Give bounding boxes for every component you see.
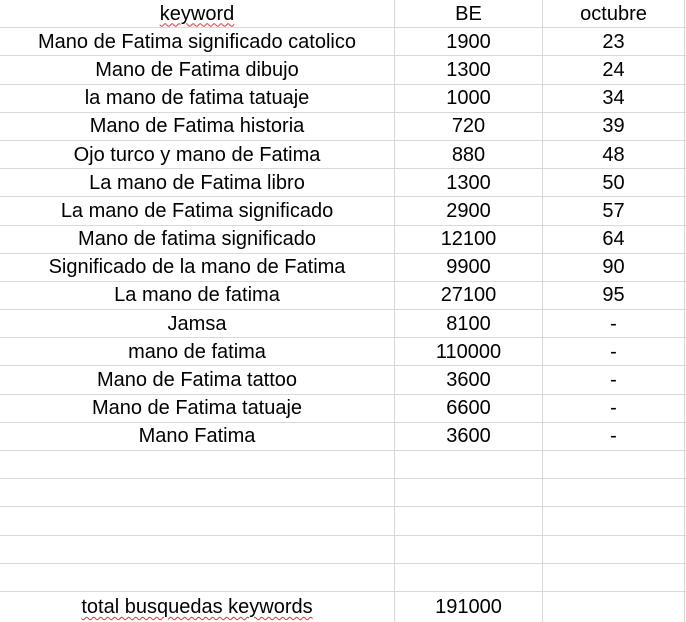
be-cell[interactable]: 720 <box>395 112 543 140</box>
be-cell[interactable]: 1900 <box>395 28 543 56</box>
octubre-cell[interactable]: - <box>543 394 685 422</box>
header-cell-be[interactable]: BE <box>395 0 543 28</box>
keyword-cell[interactable]: la mano de fatima tatuaje <box>0 84 395 112</box>
octubre-cell[interactable]: 95 <box>543 281 685 310</box>
keyword-cell[interactable]: mano de fatima <box>0 338 395 366</box>
be-cell[interactable]: 3600 <box>395 422 543 450</box>
keyword-cell[interactable]: La mano de Fatima significado <box>0 197 395 225</box>
be-cell[interactable] <box>395 535 543 563</box>
table-row: Significado de la mano de Fatima 9900 90 <box>0 253 686 282</box>
empty-row <box>0 479 686 508</box>
keyword-cell[interactable] <box>0 479 395 507</box>
octubre-cell[interactable]: 34 <box>543 84 685 112</box>
table-row: Mano de fatima significado 12100 64 <box>0 225 686 254</box>
keyword-cell[interactable]: Mano de Fatima historia <box>0 112 395 140</box>
keyword-cell[interactable] <box>0 563 395 591</box>
be-cell[interactable]: 1300 <box>395 169 543 197</box>
header-row: keyword BE octubre <box>0 0 686 29</box>
empty-row <box>0 507 686 536</box>
table-row: Mano de Fatima significado catolico 1900… <box>0 28 686 57</box>
octubre-cell[interactable]: 64 <box>543 225 685 253</box>
keyword-cell[interactable]: Ojo turco y mano de Fatima <box>0 140 395 169</box>
header-cell-octubre[interactable]: octubre <box>543 0 685 28</box>
octubre-cell[interactable] <box>543 563 685 591</box>
octubre-cell[interactable]: 23 <box>543 28 685 56</box>
be-cell[interactable] <box>395 479 543 507</box>
keyword-cell[interactable]: Mano Fatima <box>0 422 395 450</box>
octubre-cell[interactable]: 39 <box>543 112 685 140</box>
be-cell[interactable]: 27100 <box>395 281 543 310</box>
table-row: La mano de fatima 27100 95 <box>0 281 686 311</box>
keyword-cell[interactable]: Mano de Fatima tatuaje <box>0 394 395 422</box>
header-cell-keyword[interactable]: keyword <box>0 0 395 28</box>
be-cell[interactable]: 2900 <box>395 197 543 225</box>
octubre-cell[interactable]: 50 <box>543 169 685 197</box>
keyword-cell[interactable]: Significado de la mano de Fatima <box>0 253 395 281</box>
octubre-cell[interactable]: - <box>543 310 685 338</box>
octubre-cell[interactable]: - <box>543 422 685 450</box>
total-row: total busquedas keywords 191000 <box>0 591 686 622</box>
total-be-cell[interactable]: 191000 <box>395 591 543 622</box>
table-row: Mano de Fatima tattoo 3600 - <box>0 366 686 395</box>
empty-row <box>0 563 686 592</box>
be-cell[interactable]: 12100 <box>395 225 543 253</box>
octubre-cell[interactable]: 90 <box>543 253 685 281</box>
be-cell[interactable]: 6600 <box>395 394 543 422</box>
be-cell[interactable]: 3600 <box>395 366 543 394</box>
be-cell[interactable]: 8100 <box>395 310 543 338</box>
table-row: Jamsa 8100 - <box>0 310 686 339</box>
be-cell[interactable] <box>395 563 543 591</box>
keyword-cell[interactable]: La mano de fatima <box>0 281 395 310</box>
octubre-cell[interactable] <box>543 479 685 507</box>
header-keyword-text: keyword <box>159 2 235 25</box>
table-row: La mano de Fatima significado 2900 57 <box>0 197 686 226</box>
table-row: Mano Fatima 3600 - <box>0 422 686 451</box>
empty-row <box>0 451 686 480</box>
keyword-cell[interactable]: Mano de fatima significado <box>0 225 395 253</box>
octubre-cell[interactable]: 24 <box>543 56 685 84</box>
total-octubre-cell[interactable] <box>543 591 685 622</box>
keyword-cell[interactable] <box>0 535 395 563</box>
keyword-cell[interactable]: La mano de Fatima libro <box>0 169 395 197</box>
be-cell[interactable]: 9900 <box>395 253 543 281</box>
keyword-cell[interactable]: Jamsa <box>0 310 395 338</box>
octubre-cell[interactable]: - <box>543 366 685 394</box>
octubre-cell[interactable]: - <box>543 338 685 366</box>
table-row: Mano de Fatima tatuaje 6600 - <box>0 394 686 423</box>
be-cell[interactable] <box>395 451 543 479</box>
table-row: La mano de Fatima libro 1300 50 <box>0 169 686 198</box>
keyword-cell[interactable]: Mano de Fatima dibujo <box>0 56 395 84</box>
keyword-cell[interactable] <box>0 507 395 535</box>
table-row: la mano de fatima tatuaje 1000 34 <box>0 84 686 113</box>
octubre-cell[interactable] <box>543 535 685 563</box>
table-row: Mano de Fatima dibujo 1300 24 <box>0 56 686 85</box>
keyword-cell[interactable]: Mano de Fatima significado catolico <box>0 28 395 56</box>
be-cell[interactable]: 1300 <box>395 56 543 84</box>
empty-row <box>0 535 686 564</box>
table-row: Mano de Fatima historia 720 39 <box>0 112 686 141</box>
be-cell[interactable]: 1000 <box>395 84 543 112</box>
octubre-cell[interactable]: 48 <box>543 140 685 169</box>
be-cell[interactable]: 110000 <box>395 338 543 366</box>
table-row: Ojo turco y mano de Fatima 880 48 <box>0 140 686 170</box>
keyword-cell[interactable] <box>0 451 395 479</box>
total-label-cell[interactable]: total busquedas keywords <box>0 591 395 622</box>
octubre-cell[interactable]: 57 <box>543 197 685 225</box>
be-cell[interactable]: 880 <box>395 140 543 169</box>
be-cell[interactable] <box>395 507 543 535</box>
spreadsheet-table: keyword BE octubre Mano de Fatima signif… <box>0 0 686 622</box>
octubre-cell[interactable] <box>543 507 685 535</box>
octubre-cell[interactable] <box>543 451 685 479</box>
keyword-cell[interactable]: Mano de Fatima tattoo <box>0 366 395 394</box>
total-label-text: total busquedas keywords <box>81 595 313 618</box>
table-row: mano de fatima 110000 - <box>0 338 686 367</box>
